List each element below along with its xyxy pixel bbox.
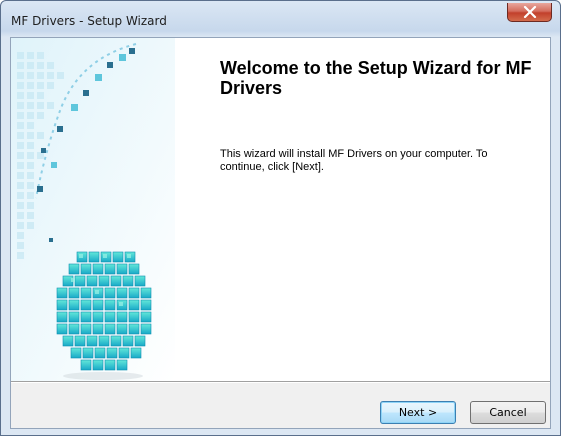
wizard-content-panel: Welcome to the Setup Wizard for MF Drive… [175, 38, 550, 381]
window-title: MF Drivers - Setup Wizard [11, 14, 167, 28]
next-button[interactable]: Next > [380, 401, 456, 424]
title-bar[interactable]: MF Drivers - Setup Wizard [1, 1, 560, 37]
wizard-side-graphic [11, 38, 175, 381]
cube-graphic-icon [11, 38, 175, 381]
cancel-button[interactable]: Cancel [470, 401, 546, 424]
wizard-description: This wizard will install MF Drivers on y… [220, 148, 488, 173]
setup-wizard-window: MF Drivers - Setup Wizard Welcome to the… [0, 0, 561, 436]
close-button[interactable] [507, 3, 552, 22]
close-icon [523, 6, 537, 18]
wizard-client-area: Welcome to the Setup Wizard for MF Drive… [10, 37, 551, 429]
page-title: Welcome to the Setup Wizard for MF Drive… [220, 58, 532, 98]
button-separator [11, 381, 550, 383]
